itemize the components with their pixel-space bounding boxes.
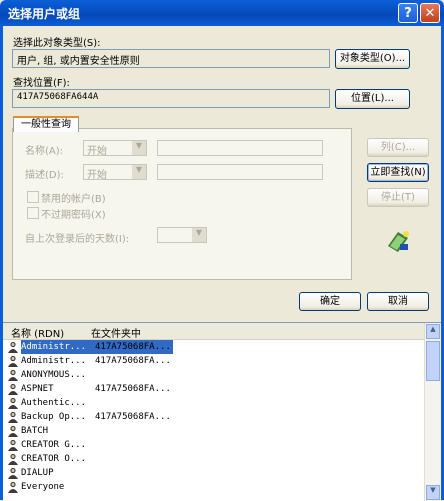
tab-general-queries[interactable]: 一般性查询: [13, 116, 79, 132]
disabled-accounts-label: 禁用的帐户(B): [41, 194, 106, 205]
table-row[interactable]: ASPNET 417A75068FA...: [3, 382, 423, 396]
location-label: 查找位置(F):: [13, 78, 70, 89]
no-expire-label: 不过期密码(X): [41, 210, 106, 221]
user-icon: [8, 397, 18, 409]
columns-button[interactable]: 列(C)...: [367, 138, 429, 157]
table-row[interactable]: CREATOR G...: [3, 438, 423, 452]
scroll-thumb[interactable]: [426, 341, 440, 381]
name-combo-value: 开始: [87, 146, 107, 157]
table-row[interactable]: Administr... 417A75068FA...: [3, 354, 423, 368]
row-name: CREATOR O...: [21, 454, 87, 464]
row-name: DIALUP: [21, 468, 54, 478]
table-row[interactable]: BATCH: [3, 424, 423, 438]
column-header-folder[interactable]: 在文件夹中: [91, 325, 141, 340]
name-textbox[interactable]: [157, 140, 323, 156]
row-name: Authentic...: [21, 398, 87, 408]
user-icon: [8, 425, 18, 437]
table-row[interactable]: DIALUP: [3, 466, 423, 480]
user-icon: [8, 383, 18, 395]
desc-label: 描述(D):: [25, 170, 64, 181]
row-name: ANONYMOUS...: [21, 370, 87, 380]
row-name: CREATOR G...: [21, 440, 87, 450]
row-folder: 417A75068FA...: [95, 342, 171, 352]
days-combo[interactable]: ▼: [157, 227, 207, 243]
location-field: 417A75068FA644A: [12, 89, 330, 108]
table-row[interactable]: ANONYMOUS...: [3, 368, 423, 382]
chevron-down-icon: ▼: [132, 165, 146, 179]
no-expire-checkbox[interactable]: [27, 207, 39, 219]
table-row[interactable]: Everyone: [3, 480, 423, 494]
user-icon: [8, 439, 18, 451]
query-panel: 名称(A): 开始 ▼ 描述(D): 开始 ▼ 禁用的帐户(B) 不过期密码(X…: [12, 128, 352, 280]
stop-button[interactable]: 停止(T): [367, 188, 429, 207]
scroll-up-button[interactable]: ▲: [426, 324, 440, 339]
close-button[interactable]: ✕: [420, 3, 440, 23]
row-name: BATCH: [21, 426, 49, 436]
name-label: 名称(A):: [25, 146, 64, 157]
table-row[interactable]: Authentic...: [3, 396, 423, 410]
results-list[interactable]: 名称 (RDN) 在文件夹中 Administr... 417A75068FA..…: [3, 322, 441, 501]
disabled-accounts-checkbox[interactable]: [27, 191, 39, 203]
row-folder: 417A75068FA...: [95, 384, 171, 394]
chevron-down-icon: ▼: [132, 141, 146, 155]
vertical-scrollbar[interactable]: ▲ ▼: [424, 323, 441, 501]
object-type-field: 用户, 组, 或内置安全性原则: [12, 49, 330, 68]
table-row[interactable]: Backup Op... 417A75068FA...: [3, 410, 423, 424]
row-name: Everyone: [21, 482, 65, 492]
desc-combo[interactable]: 开始 ▼: [83, 164, 147, 181]
user-icon: [8, 369, 18, 381]
locations-button[interactable]: 位置(L)...: [335, 89, 410, 109]
table-row[interactable]: Administr... 417A75068FA...: [3, 340, 423, 354]
user-icon: [8, 355, 18, 367]
row-folder: 417A75068FA...: [95, 356, 171, 366]
title-bar: 选择用户或组 ? ✕: [0, 0, 444, 26]
object-type-label: 选择此对象类型(S):: [13, 38, 101, 49]
user-icon: [8, 341, 18, 353]
days-label: 自上次登录后的天数(I):: [25, 234, 130, 245]
cancel-button[interactable]: 取消: [367, 292, 429, 311]
chevron-down-icon: ▼: [192, 228, 206, 242]
scroll-down-button[interactable]: ▼: [426, 485, 440, 500]
help-button[interactable]: ?: [398, 3, 418, 23]
search-flashlight-icon: [388, 231, 409, 252]
name-combo[interactable]: 开始 ▼: [83, 140, 147, 157]
user-icon: [8, 467, 18, 479]
desc-combo-value: 开始: [87, 170, 107, 181]
desc-textbox[interactable]: [157, 164, 323, 180]
ok-button[interactable]: 确定: [299, 292, 361, 311]
user-icon: [8, 481, 18, 493]
row-folder: 417A75068FA...: [95, 412, 171, 422]
results-header: 名称 (RDN) 在文件夹中: [3, 323, 425, 340]
user-icon: [8, 453, 18, 465]
find-now-button[interactable]: 立即查找(N): [367, 163, 429, 182]
object-types-button[interactable]: 对象类型(O)...: [335, 49, 410, 69]
column-header-name[interactable]: 名称 (RDN): [11, 325, 64, 340]
table-row[interactable]: CREATOR O...: [3, 452, 423, 466]
window-title: 选择用户或组: [8, 7, 81, 21]
user-icon: [8, 411, 18, 423]
